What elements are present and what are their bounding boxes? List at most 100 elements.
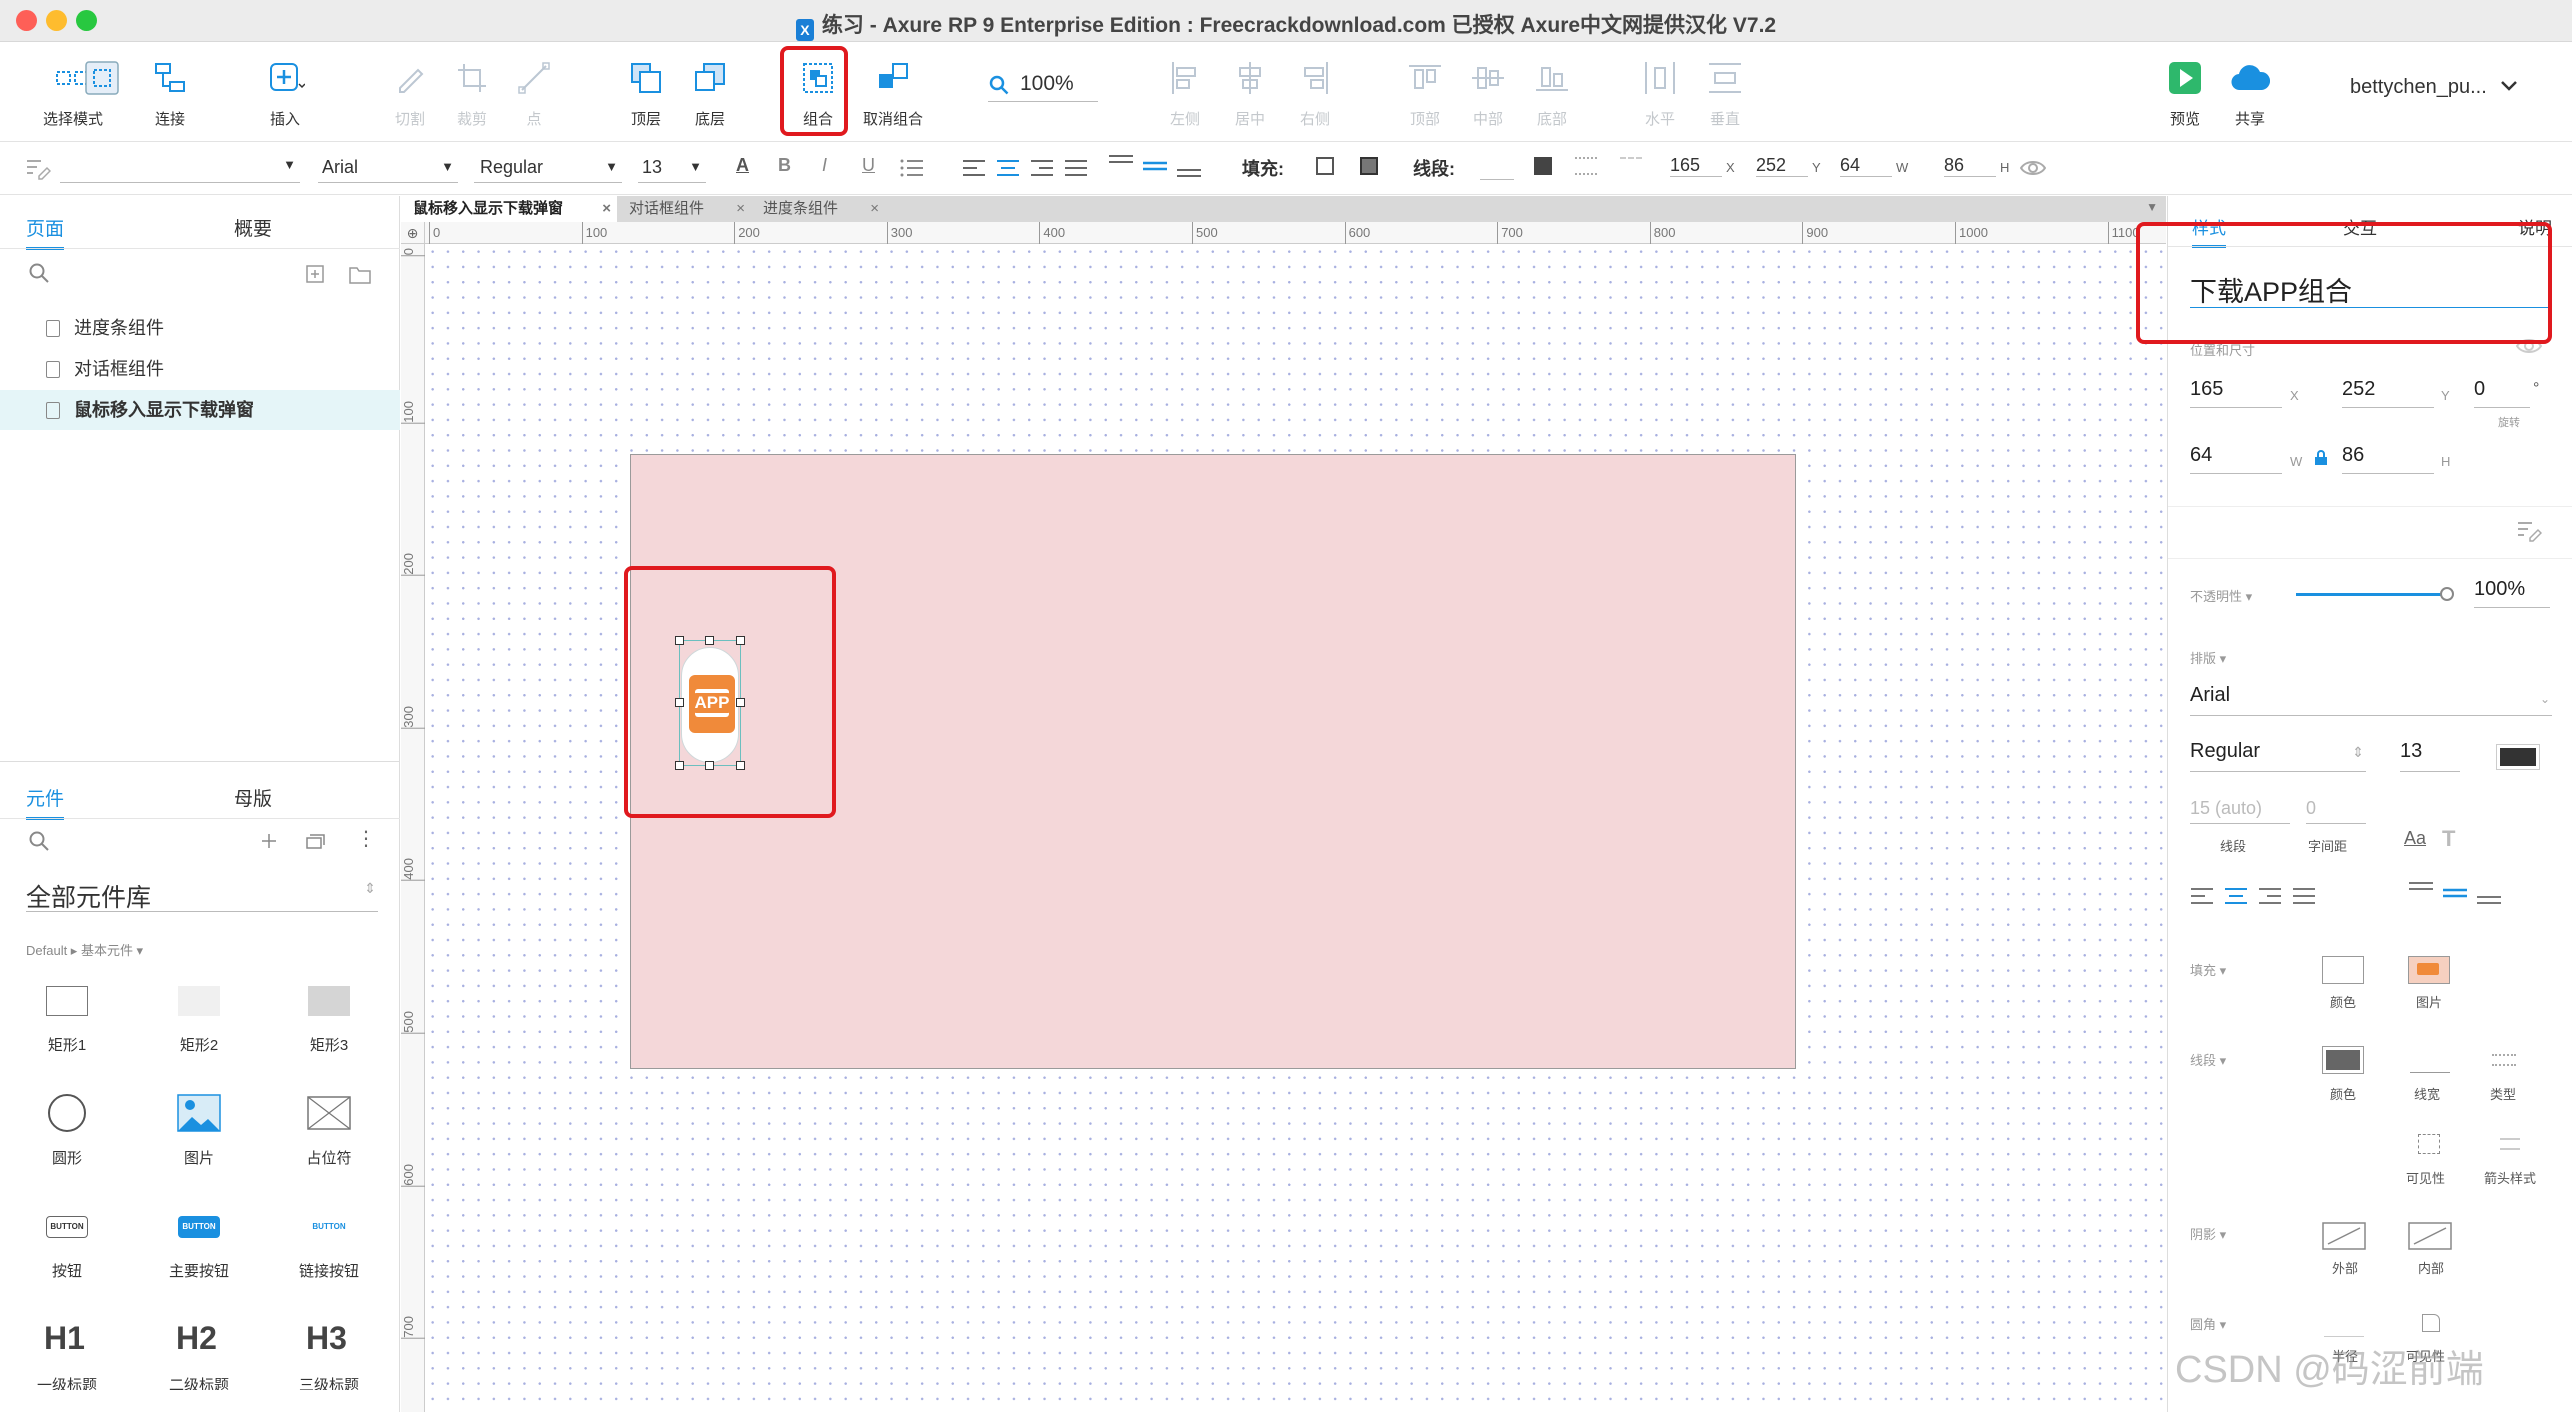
tab-masters[interactable]: 母版 [234,784,272,811]
font-family-select[interactable]: Arial ▼ [318,153,458,183]
fill-color-swatch[interactable] [2322,956,2364,984]
link-button-widget-icon[interactable]: BUTTON [308,1216,350,1238]
tab-pages[interactable]: 页面 [26,214,65,250]
format-x-field[interactable]: 165 [1670,155,1722,177]
more-options-icon[interactable]: ⋮ [356,826,376,851]
add-library-icon[interactable] [260,832,278,850]
text-align-left-icon[interactable] [2190,886,2214,906]
select-mode-alt-button[interactable] [82,42,122,142]
h-field[interactable]: 86 [2342,444,2434,474]
w-field[interactable]: 64 [2190,444,2282,474]
fill-image-swatch[interactable] [1360,157,1378,175]
page-item-selected[interactable]: 鼠标移入显示下载弹窗 [0,390,400,430]
text-color-button[interactable]: A [736,155,749,176]
text-align-left-icon[interactable] [962,157,986,179]
ungroup-button[interactable]: 取消组合 [858,42,928,142]
close-icon[interactable]: × [736,196,745,222]
bullet-list-icon[interactable] [900,157,924,179]
connect-button[interactable]: 连接 [140,42,200,142]
shadow-outer-icon[interactable] [2322,1222,2366,1250]
y-field[interactable]: 252 [2342,378,2434,408]
arrow-style-icon[interactable] [1620,157,1642,175]
font-color-swatch[interactable] [2496,744,2540,770]
format-h-field[interactable]: 86 [1944,155,1996,177]
cut-button[interactable]: 切割 [380,42,440,142]
circle-widget-icon[interactable] [48,1094,86,1132]
stroke-color-swatch[interactable] [2322,1046,2364,1074]
font-style-select[interactable]: Regular ⇕ [2190,740,2366,772]
tab-widgets[interactable]: 元件 [26,784,65,820]
shadow-inner-icon[interactable] [2408,1222,2452,1250]
align-middle-button[interactable]: 中部 [1458,42,1518,142]
primary-button-widget-icon[interactable]: BUTTON [178,1216,220,1238]
image-widget-icon[interactable] [177,1094,221,1132]
format-w-field[interactable]: 64 [1840,155,1892,177]
stroke-width-select[interactable] [2410,1072,2450,1073]
fill-image-swatch[interactable] [2408,956,2450,984]
doc-tab[interactable]: 对话框组件 × [617,196,751,222]
close-icon[interactable]: × [602,196,611,222]
close-icon[interactable]: × [870,196,879,222]
ruler-corner-icon[interactable]: ⊕ [401,222,425,244]
format-y-field[interactable]: 252 [1756,155,1808,177]
text-align-center-icon[interactable] [2224,886,2248,906]
tabs-overflow-icon[interactable]: ▼ [2146,200,2158,214]
canvas-grid[interactable]: APP [425,244,2166,1412]
tab-outline[interactable]: 概要 [234,214,272,241]
point-button[interactable]: 点 [504,42,564,142]
text-align-right-icon[interactable] [1030,157,1054,179]
h3-widget-icon[interactable]: H3 [306,1320,347,1357]
valign-bottom-icon[interactable] [2476,880,2502,906]
opacity-slider-handle[interactable] [2440,587,2454,601]
stroke-width-select[interactable] [1480,179,1514,180]
h1-widget-icon[interactable]: H1 [44,1320,85,1357]
align-right-button[interactable]: 右侧 [1285,42,1345,142]
search-icon[interactable] [28,830,50,852]
corner-radius-field[interactable] [2324,1336,2364,1337]
font-style-select[interactable]: Regular ▼ [474,153,622,183]
visibility-icon[interactable] [2418,1134,2440,1154]
valign-top-icon[interactable] [2408,880,2434,906]
valign-middle-icon[interactable] [2442,880,2468,906]
lock-icon[interactable] [2314,450,2328,466]
align-center-button[interactable]: 居中 [1220,42,1280,142]
page-item[interactable]: 对话框组件 [0,349,400,389]
text-style-icon[interactable]: T [2442,826,2455,852]
eye-icon[interactable] [2020,158,2046,178]
text-case-icon[interactable]: Aa [2404,828,2426,849]
opacity-field[interactable]: 100% [2474,578,2550,608]
rectangle1-widget-icon[interactable] [46,986,88,1016]
text-justify-icon[interactable] [1064,157,1088,179]
font-size-field[interactable]: 13 [2400,740,2460,772]
share-button[interactable]: 共享 [2220,42,2280,142]
align-bottom-button[interactable]: 底部 [1522,42,1582,142]
rectangle2-widget-icon[interactable] [178,986,220,1016]
underline-button[interactable]: U [862,155,875,176]
button-widget-icon[interactable]: BUTTON [46,1216,88,1238]
preview-button[interactable]: 预览 [2155,42,2215,142]
page-item[interactable]: 进度条组件 [0,308,400,348]
valign-top-icon[interactable] [1108,153,1134,179]
bring-to-front-button[interactable]: 顶层 [616,42,676,142]
placeholder-widget-icon[interactable] [307,1096,351,1130]
align-left-button[interactable]: 左侧 [1155,42,1215,142]
valign-bottom-icon[interactable] [1176,153,1202,179]
distribute-vertical-button[interactable]: 垂直 [1695,42,1755,142]
h2-widget-icon[interactable]: H2 [176,1320,217,1357]
style-edit-icon[interactable] [2516,518,2542,542]
rectangle3-widget-icon[interactable] [308,986,350,1016]
text-align-right-icon[interactable] [2258,886,2282,906]
style-edit-icon[interactable] [25,156,51,180]
font-size-select[interactable]: 13 ▼ [638,153,706,183]
zoom-select[interactable]: 100% [988,70,1098,102]
letter-spacing-field[interactable]: 0 [2306,798,2366,824]
send-to-back-button[interactable]: 底层 [680,42,740,142]
rotation-field[interactable]: 0 [2474,378,2530,408]
library-select[interactable]: 全部元件库 ⇕ [26,876,378,912]
text-justify-icon[interactable] [2292,886,2316,906]
stroke-type-icon[interactable] [2492,1054,2516,1066]
distribute-horizontal-button[interactable]: 水平 [1630,42,1690,142]
stroke-type-icon[interactable] [1575,157,1597,175]
valign-middle-icon[interactable] [1142,153,1168,179]
crop-button[interactable]: 裁剪 [442,42,502,142]
